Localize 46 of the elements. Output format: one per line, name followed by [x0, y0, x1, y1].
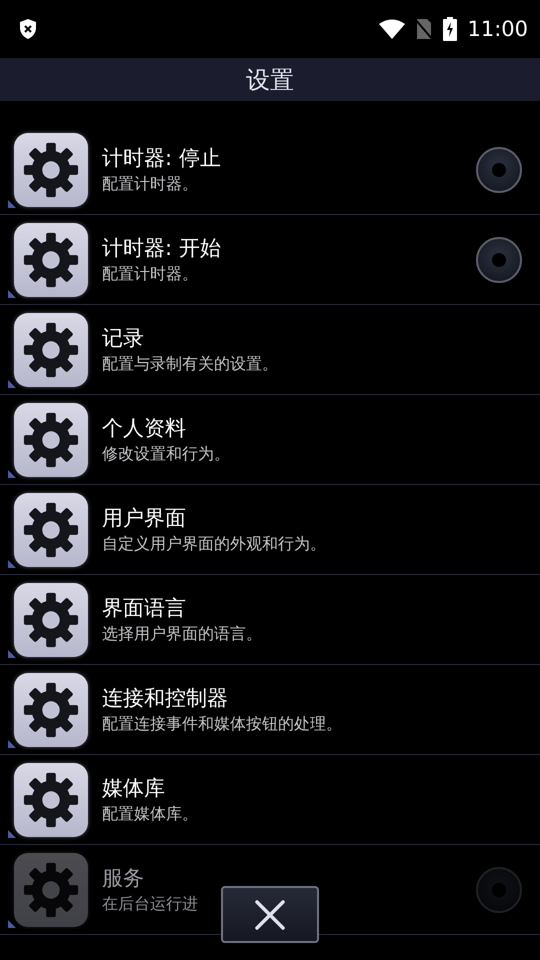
gear-icon — [22, 770, 80, 828]
row-subtitle: 修改设置和行为。 — [102, 444, 230, 465]
corner-triangle-icon — [8, 290, 16, 298]
row-subtitle: 自定义用户界面的外观和行为。 — [102, 534, 326, 555]
row-subtitle: 配置计时器。 — [102, 264, 198, 285]
corner-triangle-icon — [8, 920, 16, 928]
gear-icon — [22, 410, 80, 468]
row-title[interactable]: 界面语言 — [102, 594, 186, 622]
wifi-icon — [379, 19, 406, 39]
corner-triangle-icon — [8, 380, 16, 388]
shield-icon — [18, 18, 38, 40]
close-button[interactable] — [221, 886, 319, 943]
corner-triangle-icon — [8, 200, 16, 208]
row-subtitle: 配置媒体库。 — [102, 804, 198, 825]
gear-icon — [22, 590, 80, 648]
corner-triangle-icon — [8, 830, 16, 838]
row-title[interactable]: 个人资料 — [102, 414, 186, 442]
corner-triangle-icon — [8, 560, 16, 568]
gear-icon — [22, 860, 80, 918]
screen-title: 设置 — [246, 64, 294, 96]
row-title[interactable]: 计时器: 停止 — [102, 144, 221, 172]
gear-icon — [22, 500, 80, 558]
corner-triangle-icon — [8, 650, 16, 658]
battery-charging-icon — [443, 17, 458, 41]
row-subtitle: 配置计时器。 — [102, 174, 198, 195]
corner-triangle-icon — [8, 470, 16, 478]
no-sim-icon — [415, 18, 434, 40]
close-icon — [254, 898, 286, 930]
row-title[interactable]: 服务 — [102, 864, 144, 892]
gear-icon — [22, 320, 80, 378]
gear-icon — [22, 230, 80, 288]
row-title[interactable]: 用户界面 — [102, 504, 186, 532]
gear-icon — [22, 140, 80, 198]
gear-icon — [22, 680, 80, 738]
clock-time: 11:00 — [467, 17, 528, 41]
radio-button[interactable] — [476, 236, 522, 282]
row-subtitle: 配置与录制有关的设置。 — [102, 354, 278, 375]
row-subtitle: 在后台运行进 — [102, 894, 198, 915]
row-subtitle: 配置连接事件和媒体按钮的处理。 — [102, 714, 342, 735]
row-title[interactable]: 媒体库 — [102, 774, 165, 802]
corner-triangle-icon — [8, 740, 16, 748]
row-subtitle: 选择用户界面的语言。 — [102, 624, 262, 645]
radio-button[interactable] — [476, 146, 522, 192]
row-title[interactable]: 连接和控制器 — [102, 684, 228, 712]
row-title[interactable]: 记录 — [102, 324, 144, 352]
row-title[interactable]: 计时器: 开始 — [102, 234, 221, 262]
